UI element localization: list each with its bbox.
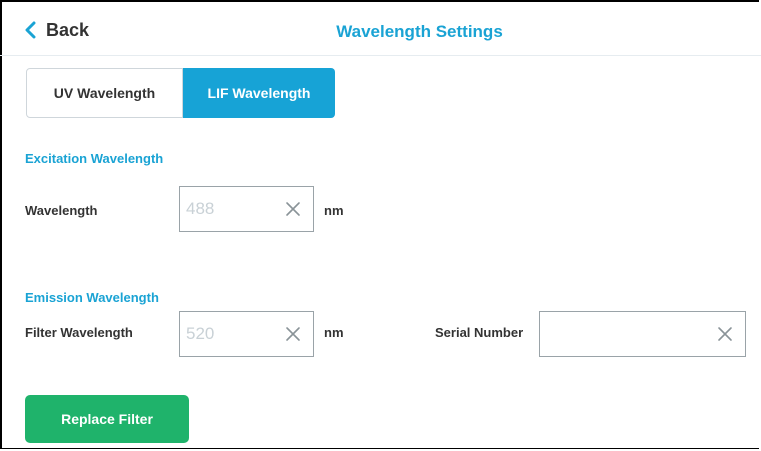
clear-icon[interactable] [285, 326, 301, 342]
wavelength-value: 488 [186, 199, 215, 218]
serial-number-label: Serial Number [435, 325, 524, 340]
tab-lif-wavelength[interactable]: LIF Wavelength [183, 68, 335, 118]
wavelength-input[interactable]: 488 [179, 186, 314, 232]
serial-number-input[interactable] [539, 311, 746, 357]
filter-wavelength-input[interactable]: 520 [179, 311, 314, 357]
page-title: Wavelength Settings [336, 22, 503, 41]
replace-filter-button[interactable]: Replace Filter [25, 395, 189, 443]
emission-section-title: Emission Wavelength [25, 290, 159, 305]
filter-wavelength-unit: nm [324, 325, 344, 340]
clear-icon[interactable] [285, 201, 301, 217]
wavelength-label: Wavelength [25, 203, 98, 218]
clear-icon[interactable] [717, 326, 733, 342]
filter-wavelength-label: Filter Wavelength [25, 325, 133, 340]
filter-wavelength-value: 520 [186, 324, 215, 343]
header-bar: Back Wavelength Settings [0, 0, 761, 56]
excitation-section-title: Excitation Wavelength [25, 151, 164, 166]
wavelength-tabs: UV Wavelength LIF Wavelength [26, 68, 335, 120]
tab-uv-wavelength[interactable]: UV Wavelength [26, 68, 183, 118]
wavelength-unit: nm [324, 203, 344, 218]
